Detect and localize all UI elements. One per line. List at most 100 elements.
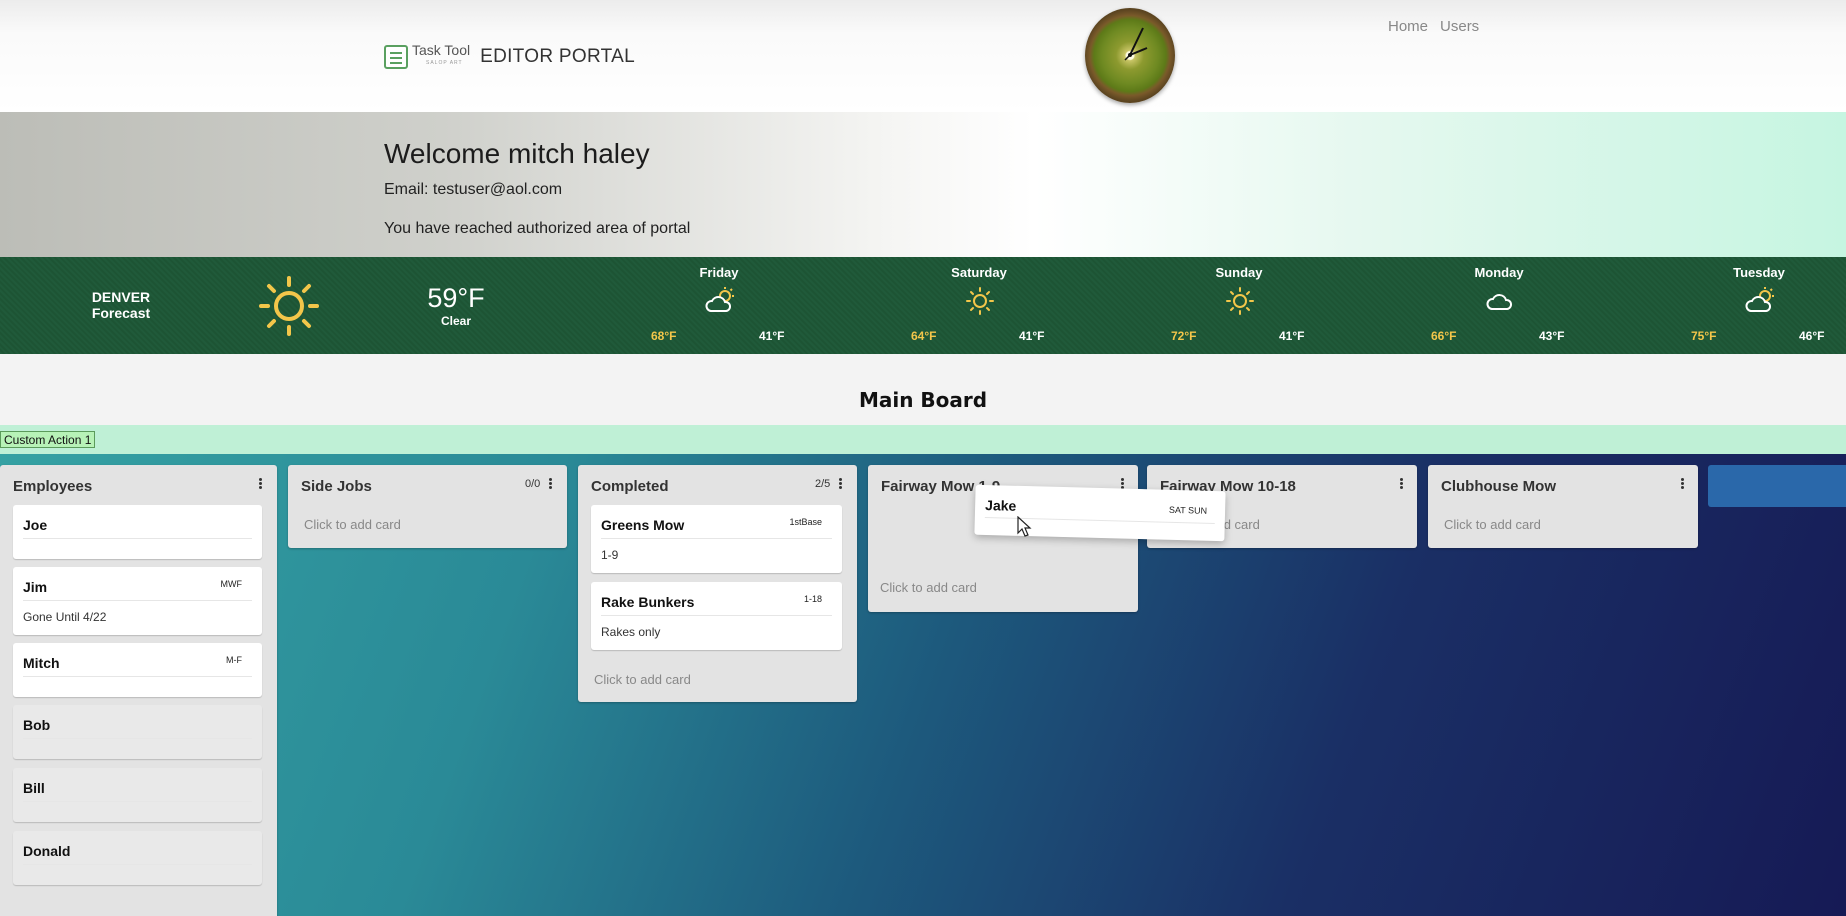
sun-icon (1226, 287, 1254, 315)
current-weather: 59°F Clear (406, 283, 506, 328)
welcome-email: Email: testuser@aol.com (384, 181, 563, 198)
forecast-day-name: Saturday (951, 265, 1007, 280)
card-bill[interactable]: Bill (13, 768, 262, 822)
lane-title: Completed (591, 478, 669, 495)
dragging-card-jake[interactable]: Jake SAT SUN (974, 484, 1226, 542)
card-bob[interactable]: Bob (13, 705, 262, 759)
forecast-day-name: Sunday (1215, 265, 1263, 280)
add-card-link[interactable]: Click to add card (1444, 517, 1541, 532)
card-title: Mitch (23, 655, 60, 671)
brand-name: Task Tool (412, 42, 471, 58)
lane-menu-icon[interactable] (1397, 476, 1405, 492)
card-title: Joe (23, 517, 48, 533)
forecast-high: 72°F (1171, 329, 1197, 343)
weather-location: DENVER Forecast (80, 289, 162, 321)
lane-completed[interactable]: Completed 2/5 Greens Mow 1stBase 1-9 Rak… (578, 465, 857, 702)
forecast-low: 41°F (1279, 329, 1305, 343)
card-rake-bunkers[interactable]: Rake Bunkers 1-18 Rakes only (591, 582, 842, 650)
cloud-icon (1486, 294, 1513, 310)
forecast-high: 64°F (911, 329, 937, 343)
card-description: Gone Until 4/22 (23, 610, 107, 624)
lane-side-jobs[interactable]: Side Jobs 0/0 Click to add card (288, 465, 567, 548)
forecast-day: Tuesday 75°F 46°F (1629, 257, 1846, 354)
custom-action-button[interactable]: Custom Action 1 (0, 431, 96, 448)
card-title: Bill (23, 780, 45, 796)
weather-label: Forecast (91, 305, 151, 321)
card-tag: M-F (226, 655, 242, 665)
card-title: Greens Mow (601, 517, 685, 533)
sun-icon (966, 287, 994, 315)
lane-menu-icon[interactable] (256, 476, 264, 492)
current-condition: Clear (440, 314, 472, 328)
kiwi-clock-logo (1085, 8, 1175, 103)
card-divider (23, 538, 252, 539)
card-title: Rake Bunkers (601, 594, 695, 610)
top-navbar: Task Tool SALOP ART EDITOR PORTAL Home U… (0, 0, 1846, 112)
brand[interactable]: Task Tool SALOP ART EDITOR PORTAL (384, 42, 635, 69)
card-jim[interactable]: Jim MWF Gone Until 4/22 (13, 567, 262, 635)
add-card-link[interactable]: Click to add card (594, 672, 691, 687)
lane-count: 2/5 (815, 478, 831, 490)
lane-employees[interactable]: Employees Joe Jim MWF Gone Until 4/22 Mi… (0, 465, 277, 916)
card-divider (23, 600, 252, 601)
partly-cloudy-icon (1745, 287, 1774, 312)
card-description: 1-9 (601, 548, 619, 562)
nav-links: Home Users (1388, 18, 1479, 35)
card-tag: 1stBase (789, 517, 822, 527)
portal-title: EDITOR PORTAL (480, 45, 635, 67)
card-title: Donald (23, 843, 71, 859)
board-header: Main Board (0, 354, 1846, 425)
lane-menu-icon[interactable] (546, 476, 554, 492)
add-card-link[interactable]: Click to add card (880, 580, 977, 595)
forecast-day-name: Friday (699, 265, 739, 280)
card-mitch[interactable]: Mitch M-F (13, 643, 262, 697)
card-title: Jake (984, 496, 1017, 514)
clock-hands-icon (1124, 27, 1148, 61)
add-card-link[interactable]: Click to add card (304, 517, 401, 532)
card-divider (601, 615, 832, 616)
add-lane-button[interactable] (1708, 465, 1846, 507)
brand-text: Task Tool SALOP ART (412, 42, 471, 69)
nav-home-link[interactable]: Home (1388, 18, 1428, 35)
board-title: Main Board (858, 388, 988, 412)
card-divider (23, 738, 252, 739)
forecast-low: 41°F (1019, 329, 1045, 343)
forecast-day: Monday 66°F 43°F (1369, 257, 1629, 354)
card-greens-mow[interactable]: Greens Mow 1stBase 1-9 (591, 505, 842, 573)
task-tool-logo-icon (384, 44, 408, 69)
card-tag: MWF (220, 579, 243, 589)
welcome-banner: Welcome mitch haley Email: testuser@aol.… (0, 112, 1846, 257)
forecast-low: 41°F (759, 329, 785, 343)
partly-cloudy-icon (705, 287, 734, 312)
action-bar: Custom Action 1 (0, 425, 1846, 454)
mouse-pointer-icon (1017, 516, 1032, 537)
forecast-low: 46°F (1799, 329, 1825, 343)
lane-menu-icon[interactable] (1678, 476, 1686, 492)
forecast-high: 68°F (651, 329, 677, 343)
card-description: Rakes only (601, 625, 661, 639)
forecast-day-name: Monday (1474, 265, 1524, 280)
card-tag: 1-18 (803, 594, 822, 604)
nav-users-link[interactable]: Users (1440, 18, 1479, 35)
forecast-day-name: Tuesday (1733, 265, 1785, 280)
card-title: Bob (23, 717, 51, 733)
weather-city: DENVER (91, 289, 151, 305)
card-divider (23, 864, 252, 865)
card-title: Jim (23, 579, 48, 595)
kanban-board: Employees Joe Jim MWF Gone Until 4/22 Mi… (0, 454, 1846, 916)
lane-clubhouse-mow[interactable]: Clubhouse Mow Click to add card (1428, 465, 1698, 548)
card-divider (601, 538, 832, 539)
sun-icon (259, 276, 319, 336)
card-donald[interactable]: Donald (13, 831, 262, 885)
lane-menu-icon[interactable] (836, 476, 844, 492)
current-temp: 59°F (427, 283, 485, 313)
welcome-message: You have reached authorized area of port… (384, 220, 691, 237)
forecast-low: 43°F (1539, 329, 1565, 343)
welcome-title: Welcome mitch haley (384, 138, 650, 169)
forecast-day: Sunday 72°F 41°F (1109, 257, 1369, 354)
weather-widget: DENVER Forecast 59°F Clear Friday 68°F 4… (0, 257, 1846, 354)
lane-title: Side Jobs (301, 478, 372, 495)
card-joe[interactable]: Joe (13, 505, 262, 559)
forecast-high: 66°F (1431, 329, 1457, 343)
lane-count: 0/0 (525, 478, 541, 490)
